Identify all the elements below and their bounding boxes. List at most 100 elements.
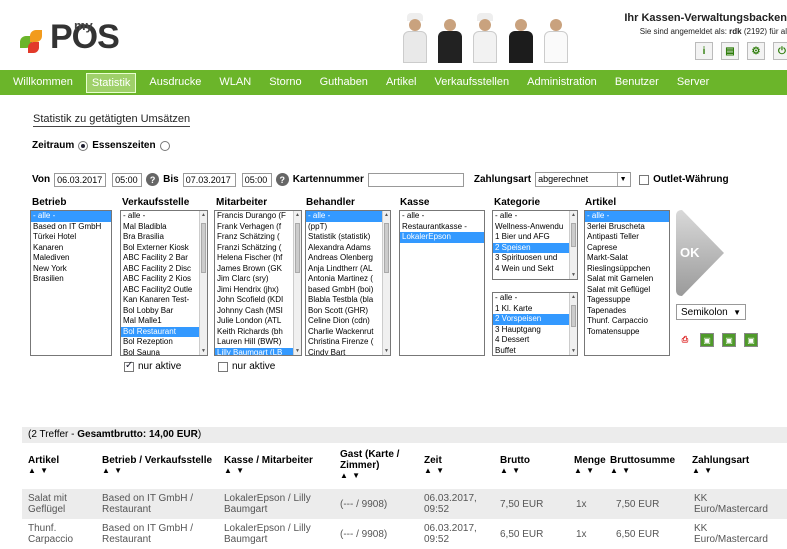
col-zeit[interactable]: Zeit ▲ ▼: [424, 455, 445, 475]
list-item[interactable]: Bon Scott (GHR): [306, 306, 382, 317]
essenszeiten-radio[interactable]: [78, 140, 89, 151]
alternative-radio[interactable]: [159, 140, 170, 151]
col-artikel[interactable]: Artikel ▲ ▼: [28, 455, 59, 475]
kasse-listbox[interactable]: - alle - Restaurantkasse - LokalerEpson: [399, 210, 485, 356]
bis-date-input[interactable]: 07.03.2017: [182, 172, 236, 187]
list-item[interactable]: - alle -: [400, 211, 484, 222]
list-item[interactable]: Kanaren: [31, 243, 111, 254]
scroll-down-icon[interactable]: ▼: [383, 347, 390, 355]
list-item[interactable]: Blabla Testbla (bla: [306, 295, 382, 306]
list-item[interactable]: Buffet: [493, 346, 569, 356]
scroll-up-icon[interactable]: ▲: [570, 211, 577, 219]
list-item[interactable]: Celine Dion (cdn): [306, 316, 382, 327]
list-item[interactable]: Bra Brasilia: [121, 232, 199, 243]
outlet-waehrung-checkbox[interactable]: [639, 174, 650, 185]
list-item[interactable]: - alle -: [121, 211, 199, 222]
list-item[interactable]: 1 Bier und AFG: [493, 232, 569, 243]
list-item[interactable]: Bol Externer Kiosk: [121, 243, 199, 254]
list-item[interactable]: 1 Kl. Karte: [493, 304, 569, 315]
nav-willkommen[interactable]: Willkommen: [4, 70, 82, 95]
zahlungsart-select[interactable]: abgerechnet ▼: [535, 172, 632, 187]
bis-time-input[interactable]: 05:00: [241, 172, 272, 187]
list-item[interactable]: Lauren Hill (BWR): [215, 337, 293, 348]
scroll-down-icon[interactable]: ▼: [570, 271, 577, 279]
list-item[interactable]: Salat mit Geflügel: [585, 285, 669, 296]
nav-storno[interactable]: Storno: [260, 70, 310, 95]
nur-aktive-checkbox[interactable]: [124, 360, 134, 372]
list-item[interactable]: Thunf. Carpaccio: [585, 316, 669, 327]
list-item[interactable]: Alexandra Adams: [306, 243, 382, 254]
list-item[interactable]: Anja Lindtherr (AL: [306, 264, 382, 275]
list-item[interactable]: Tagessuppe: [585, 295, 669, 306]
list-item[interactable]: Antipasti Teller: [585, 232, 669, 243]
list-item[interactable]: Christina Firenze (: [306, 337, 382, 348]
nav-verkaufsstellen[interactable]: Verkaufsstellen: [426, 70, 519, 95]
sort-arrows-icon[interactable]: ▲ ▼: [424, 466, 445, 475]
list-item[interactable]: ABC Facility 2 Disc: [121, 264, 199, 275]
list-item[interactable]: 3 Hauptgang: [493, 325, 569, 336]
list-item[interactable]: Caprese: [585, 243, 669, 254]
list-item[interactable]: 2 Speisen: [493, 242, 569, 253]
scroll-thumb[interactable]: [571, 223, 576, 247]
list-item[interactable]: - alle -: [306, 211, 382, 222]
list-item[interactable]: James Brown (GK: [215, 264, 293, 275]
list-item[interactable]: Jim Clarc (sry): [215, 274, 293, 285]
list-item[interactable]: Bol Lobby Bar: [121, 306, 199, 317]
list-item[interactable]: Bol Rezeption: [121, 337, 199, 348]
help-icon[interactable]: ?: [146, 173, 160, 186]
col-brutto[interactable]: Brutto ▲ ▼: [500, 455, 530, 475]
scroll-up-icon[interactable]: ▲: [294, 211, 301, 219]
ok-button[interactable]: OK: [676, 210, 724, 296]
col-bruttosumme[interactable]: Bruttosumme ▲ ▼: [610, 455, 675, 475]
scrollbar[interactable]: ▲ ▼: [569, 211, 577, 279]
list-item[interactable]: Malediven: [31, 253, 111, 264]
list-item[interactable]: Cindy Bart: [306, 348, 382, 356]
list-item[interactable]: Kan Kanaren Test-: [121, 295, 199, 306]
nav-server[interactable]: Server: [668, 70, 718, 95]
von-date-input[interactable]: 06.03.2017: [54, 172, 107, 187]
artikel-listbox[interactable]: - alle -3erlei Bruscheta Antipasti Teller…: [584, 210, 670, 356]
scroll-thumb[interactable]: [384, 223, 389, 274]
nav-wlan[interactable]: WLAN: [210, 70, 260, 95]
scroll-down-icon[interactable]: ▼: [570, 347, 577, 355]
list-item[interactable]: Lilly Baumgart (LB: [215, 347, 293, 355]
list-item[interactable]: Charlie Wackenrut: [306, 327, 382, 338]
scrollbar[interactable]: ▲ ▼: [293, 211, 301, 355]
csv-export-icon[interactable]: ▣: [700, 333, 714, 347]
list-item[interactable]: - alle -: [493, 293, 569, 304]
scroll-thumb[interactable]: [295, 223, 300, 274]
info-icon[interactable]: i: [695, 42, 713, 60]
list-item[interactable]: 2 Vorspeisen: [493, 314, 569, 325]
list-item[interactable]: ABC Facility2 Outle: [121, 285, 199, 296]
list-item[interactable]: Julie London (ATL: [215, 316, 293, 327]
list-item[interactable]: 3 Spirituosen und: [493, 253, 569, 264]
sort-arrows-icon[interactable]: ▲ ▼: [610, 466, 675, 475]
behandler-listbox[interactable]: - alle - (ppT) Statistik (statistik) Alexan…: [305, 210, 391, 356]
export-format-select[interactable]: Semikolon ▼: [676, 304, 746, 320]
scrollbar[interactable]: ▲ ▼: [382, 211, 390, 355]
verkaufsstelle-listbox[interactable]: - alle - Mal Bladibla Bra Brasilia Bol Exte…: [120, 210, 208, 356]
col-betrieb[interactable]: Betrieb / Verkaufsstelle ▲ ▼: [102, 455, 212, 475]
table-row[interactable]: Salat mit Geflügel Based on IT GmbH / Re…: [22, 489, 787, 519]
sort-arrows-icon[interactable]: ▲ ▼: [102, 466, 212, 475]
list-item[interactable]: Franzi Schätzing (: [215, 243, 293, 254]
scroll-up-icon[interactable]: ▲: [383, 211, 390, 219]
scroll-up-icon[interactable]: ▲: [570, 293, 577, 301]
table-row[interactable]: Thunf. Carpaccio Based on IT GmbH / Rest…: [22, 519, 787, 549]
list-item[interactable]: Statistik (statistik): [306, 232, 382, 243]
list-item[interactable]: Wellness-Anwendu: [493, 222, 569, 233]
nav-statistik[interactable]: Statistik: [85, 72, 137, 93]
list-item[interactable]: Mal Malle1: [121, 316, 199, 327]
list-item[interactable]: Francis Durango (F: [215, 211, 293, 222]
list-item[interactable]: Andreas Olenberg: [306, 253, 382, 264]
list-item[interactable]: Franz Schätzing (: [215, 232, 293, 243]
list-item[interactable]: ABC Facility 2 Kios: [121, 274, 199, 285]
sort-arrows-icon[interactable]: ▲ ▼: [224, 466, 313, 475]
list-item[interactable]: New York: [31, 264, 111, 275]
logout-icon[interactable]: ⏻: [773, 42, 787, 60]
list-item[interactable]: Markt-Salat: [585, 253, 669, 264]
list-item[interactable]: 3erlei Bruscheta: [585, 222, 669, 233]
list-item[interactable]: LokalerEpson: [400, 232, 484, 243]
kategorie-listbox[interactable]: - alle - Wellness-Anwendu 1 Bier und AFG 2 …: [492, 210, 578, 280]
list-item[interactable]: Frank Verhagen (f: [215, 222, 293, 233]
